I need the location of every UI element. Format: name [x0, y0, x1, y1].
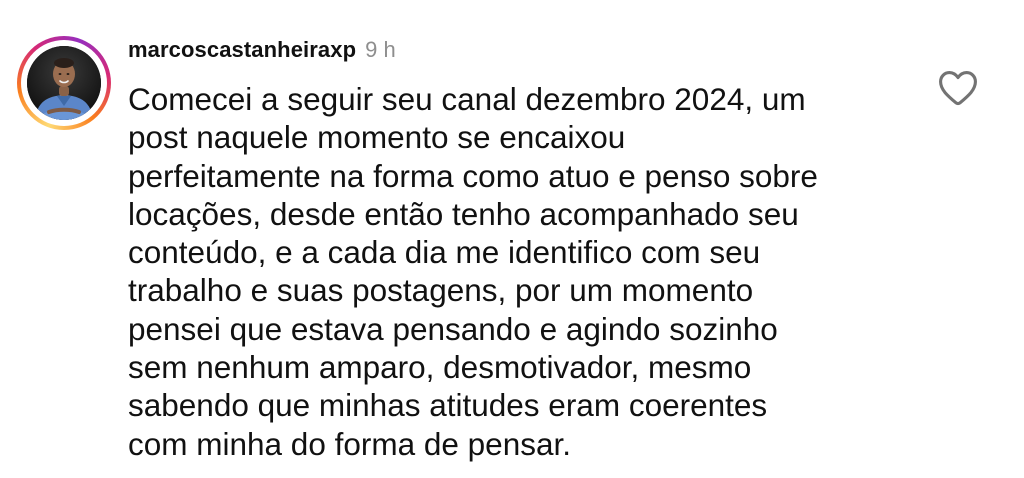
comment-line: conteúdo, e a cada dia me identifico com… [128, 234, 761, 271]
heart-outline-icon [939, 71, 977, 106]
avatar[interactable] [27, 46, 101, 120]
comment-line: pensei que estava pensando e agindo sozi… [128, 310, 778, 347]
comment-line: perfeitamente na forma como atuo e penso… [128, 157, 818, 194]
avatar-gap [21, 40, 107, 126]
comment-line: locações, desde então tenho acompanhado … [128, 195, 799, 232]
comment-item: marcoscastanheiraxp 9 h Comecei a seguir… [0, 0, 1024, 478]
comment-header: marcoscastanheiraxp 9 h [128, 37, 396, 71]
like-button[interactable] [936, 66, 980, 110]
comment-line: com minha do forma de pensar. [128, 425, 571, 462]
comment-line: post naquele momento se encaixou [128, 119, 626, 156]
comment-line: sabendo que minhas atitudes eram coerent… [128, 387, 768, 424]
comment-text: Comecei a seguir seu canal dezembro 2024… [128, 80, 928, 463]
comment-line: sem nenhum amparo, desmotivador, mesmo [128, 349, 752, 386]
username-link[interactable]: marcoscastanheiraxp [128, 37, 356, 63]
story-ring[interactable] [17, 36, 111, 130]
comment-line: trabalho e suas postagens, por um moment… [128, 272, 754, 309]
avatar-photo [27, 46, 101, 120]
timestamp: 9 h [365, 37, 396, 62]
comment-line: Comecei a seguir seu canal dezembro 2024… [128, 81, 806, 117]
